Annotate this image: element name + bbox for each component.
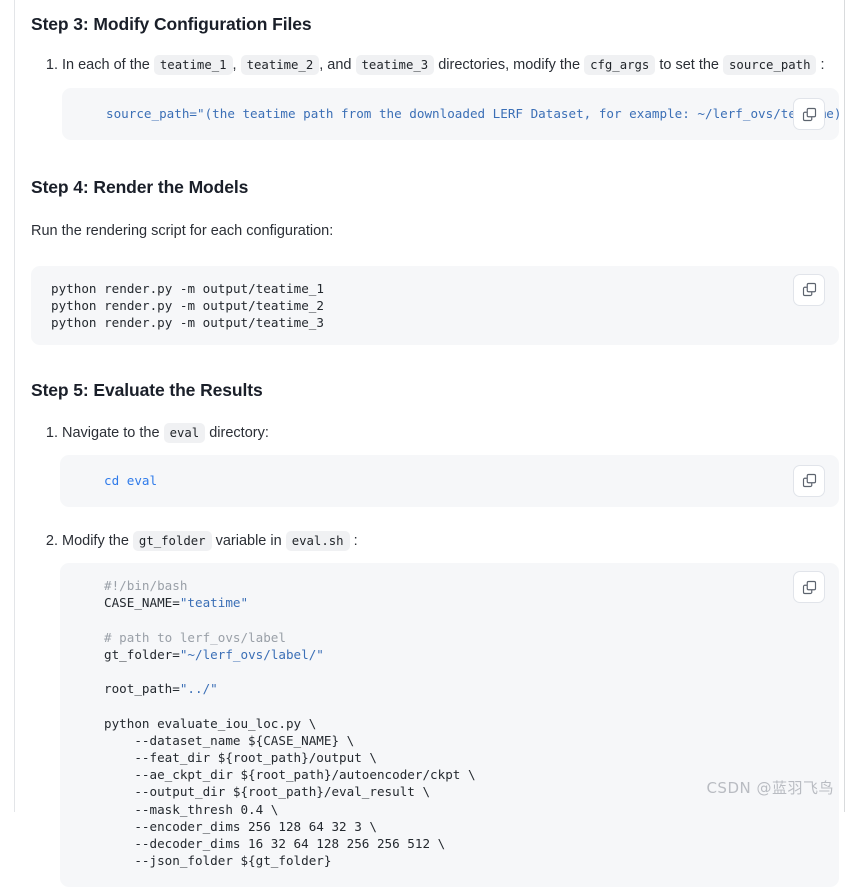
code-line: --encoder_dims 256 128 64 32 3 \ — [104, 818, 377, 834]
code-line: CASE_NAME= — [104, 595, 180, 611]
code-line: gt_folder= — [104, 646, 180, 662]
code-block-render: python render.py -m output/teatime_1 pyt… — [31, 265, 839, 345]
code-line: source_path="(the teatime path from the … — [106, 106, 839, 122]
copy-button[interactable] — [793, 464, 825, 497]
text-mid: variable in — [211, 532, 286, 549]
text-suffix: directory: — [205, 424, 269, 441]
text-suffix: : — [820, 57, 825, 73]
inline-code-eval: eval — [163, 422, 206, 443]
inline-code-teatime-3: teatime_3 — [355, 55, 435, 75]
code-line: --json_folder ${gt_folder} — [104, 853, 332, 869]
copy-button[interactable] — [793, 273, 825, 306]
text-suffix: : — [353, 532, 358, 549]
code-line: --dataset_name ${CASE_NAME} \ — [104, 732, 355, 748]
watermark: CSDN @蓝羽飞鸟 — [706, 779, 834, 797]
code-line: #!/bin/bash — [104, 578, 188, 594]
inline-code-cfg-args: cfg_args — [584, 55, 656, 75]
code-line: --decoder_dims 16 32 64 128 256 256 512 … — [104, 836, 446, 852]
text-sep2: , and — [319, 57, 352, 73]
list-item: In each of the teatime_1, teatime_2, and… — [62, 54, 839, 77]
heading-step-5: Step 5: Evaluate the Results — [31, 379, 263, 400]
code-line: python render.py -m output/teatime_1 — [51, 280, 324, 296]
text-mid: directories, modify the — [434, 57, 585, 73]
list-item: Modify the gt_folder variable in eval.sh… — [62, 530, 839, 553]
text-prefix: Modify the — [62, 532, 133, 549]
inline-code-teatime-2: teatime_2 — [240, 55, 320, 75]
code-line: --feat_dir ${root_path}/output \ — [104, 750, 377, 766]
text-sep1: , — [232, 57, 237, 73]
code-block-cd-eval: cd eval — [60, 454, 839, 507]
code-content: #!/bin/bash CASE_NAME="teatime" # path t… — [104, 577, 839, 869]
list-item: Navigate to the eval directory: — [62, 422, 839, 445]
copy-button[interactable] — [793, 571, 825, 604]
inline-code-teatime-1: teatime_1 — [153, 55, 233, 75]
step-3-list: In each of the teatime_1, teatime_2, and… — [31, 54, 839, 77]
heading-step-4: Step 4: Render the Models — [31, 177, 249, 198]
inline-code-gt-folder: gt_folder — [132, 530, 212, 551]
code-line: --output_dir ${root_path}/eval_result \ — [104, 784, 431, 800]
text-mid2: to set the — [655, 57, 724, 73]
code-line: --mask_thresh 0.4 \ — [104, 801, 279, 817]
copy-icon — [802, 580, 817, 595]
heading-step-3: Step 3: Modify Configuration Files — [31, 14, 312, 34]
code-line: "~/lerf_ovs/label/" — [179, 646, 324, 662]
article-content: Step 3: Modify Configuration Files In ea… — [31, 0, 839, 887]
code-line: python render.py -m output/teatime_3 — [51, 315, 324, 331]
code-content: source_path="(the teatime path from the … — [106, 105, 839, 122]
code-line: "teatime" — [179, 595, 249, 611]
code-line: "../" — [179, 681, 218, 697]
copy-button[interactable] — [793, 98, 825, 131]
code-line: --ae_ckpt_dir ${root_path}/autoencoder/c… — [104, 767, 476, 783]
code-line: root_path= — [104, 681, 180, 697]
step-5-list: Navigate to the eval directory: — [31, 422, 839, 445]
code-line: python render.py -m output/teatime_2 — [51, 297, 324, 313]
inline-code-eval-sh: eval.sh — [285, 530, 350, 551]
copy-icon — [802, 107, 817, 122]
paragraph-step-4: Run the rendering script for each config… — [31, 223, 334, 240]
code-block-eval-sh: #!/bin/bash CASE_NAME="teatime" # path t… — [60, 563, 839, 887]
code-content: python render.py -m output/teatime_1 pyt… — [51, 280, 839, 332]
text-prefix: In each of the — [62, 57, 154, 73]
copy-icon — [802, 473, 817, 488]
code-line: python evaluate_iou_loc.py \ — [104, 715, 317, 731]
text-prefix: Navigate to the — [62, 424, 164, 441]
inline-code-source-path: source_path — [723, 55, 817, 75]
code-block-source-path: source_path="(the teatime path from the … — [62, 88, 839, 141]
step-5-list-2: Modify the gt_folder variable in eval.sh… — [31, 530, 839, 553]
code-line: cd eval — [104, 472, 158, 488]
code-line: # path to lerf_ovs/label — [104, 629, 286, 645]
code-content: cd eval — [104, 472, 839, 489]
copy-icon — [802, 282, 817, 297]
